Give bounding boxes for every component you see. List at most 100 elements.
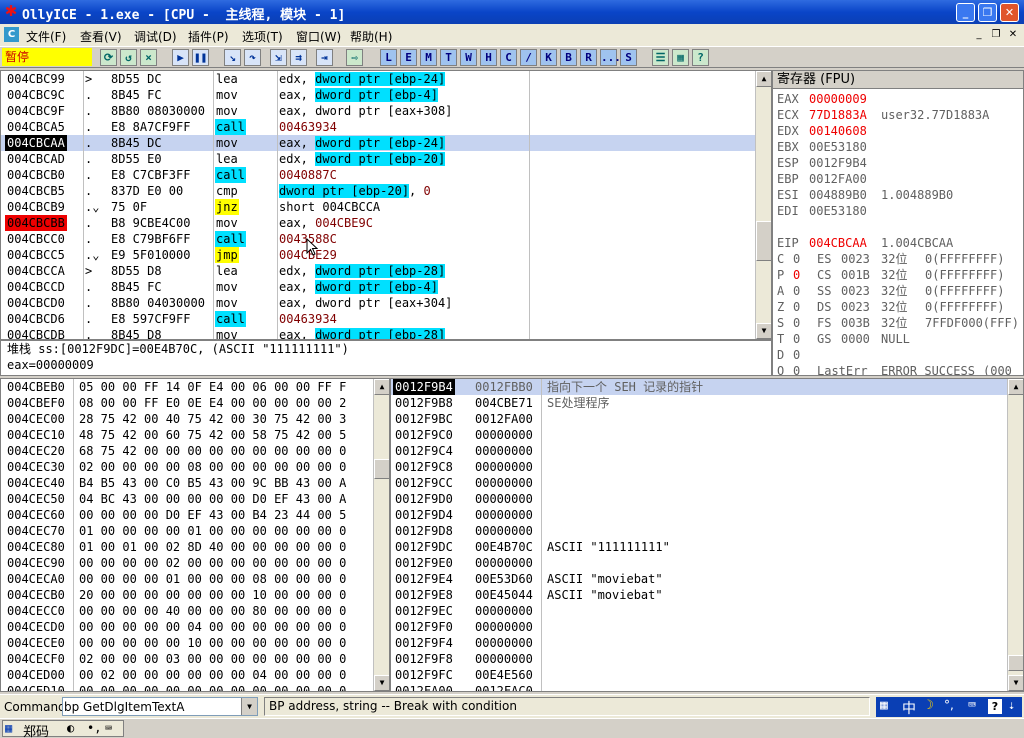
toolbar-button-dots[interactable]: ...	[600, 49, 621, 66]
disassembly-scrollbar[interactable]: ▲ ▼	[755, 71, 771, 339]
register-row[interactable]: EAX 00000009	[777, 91, 1021, 107]
flag-row[interactable]: D0	[777, 347, 1023, 363]
registers-header[interactable]: 寄存器 (FPU)	[773, 71, 1023, 89]
dump-row[interactable]: 004CEC00 28 75 42 00 40 75 42 00 30 75 42…	[1, 411, 373, 427]
goto-icon[interactable]: ⇨	[346, 49, 363, 66]
toolbar-button-s[interactable]: S	[620, 49, 637, 66]
restart-icon[interactable]: ↺	[120, 49, 137, 66]
flag-row[interactable]: T 0 GS 0000 NULL	[777, 331, 1023, 347]
flag-row[interactable]: A 0 SS 0023 32位 0(FFFFFFFF)	[777, 283, 1023, 299]
ime-lang-label[interactable]: 中	[902, 698, 916, 718]
menu-view[interactable]: 查看(V)	[80, 28, 122, 45]
stack-row[interactable]: 0012F9C4 00000000	[391, 443, 1007, 459]
toolbar-button-r[interactable]: R	[580, 49, 597, 66]
close-program-icon[interactable]: ×	[140, 49, 157, 66]
menu-options[interactable]: 选项(T)	[242, 28, 283, 45]
scroll-thumb[interactable]	[756, 221, 771, 261]
help-icon[interactable]: ?	[692, 49, 709, 66]
disasm-row[interactable]: 004CBCD0. 8B80 04030000 mov eax, dword ptr …	[1, 295, 757, 311]
disasm-row[interactable]: 004CBCC5 .⌄ E9 5F010000 jmp 004CBE29	[1, 247, 757, 263]
dump-scroll-up-icon[interactable]: ▲	[374, 379, 389, 395]
dump-row[interactable]: 004CEC50 04 BC 43 00 00 00 00 00 D0 EF 43…	[1, 491, 373, 507]
stack-row[interactable]: 0012F9D8 00000000	[391, 523, 1007, 539]
dump-row[interactable]: 004CECB0 20 00 00 00 00 00 00 00 10 00 00…	[1, 587, 373, 603]
disasm-row[interactable]: 004CBCDB. 8B45 D8 mov eax, dword ptr [ebp-2…	[1, 327, 757, 339]
toolbar-button-h[interactable]: H	[480, 49, 497, 66]
register-row[interactable]: ESP 0012F9B4	[777, 155, 1021, 171]
flag-row[interactable]: Z 0 DS 0023 32位 0(FFFFFFFF)	[777, 299, 1023, 315]
stack-row[interactable]: 0012F9BC 0012FA00	[391, 411, 1007, 427]
keyboard-icon[interactable]: ⌨	[968, 698, 976, 713]
dot-punct-icon[interactable]: •,	[87, 721, 101, 735]
toolbar-button-m[interactable]: M	[420, 49, 437, 66]
flag-row[interactable]: S 0 FS 003B 32位 7FFDF000(FFF)	[777, 315, 1023, 331]
soft-keyboard-icon[interactable]: ⌨	[105, 721, 112, 735]
ime-app-icon[interactable]: ▦	[5, 721, 12, 735]
menu-file[interactable]: 文件(F)	[26, 28, 66, 45]
toolbar-button-slash[interactable]: /	[520, 49, 537, 66]
stack-scroll-up-icon[interactable]: ▲	[1008, 379, 1023, 395]
command-combobox[interactable]: ▼	[62, 697, 258, 716]
register-row[interactable]: EBP 0012FA00	[777, 171, 1021, 187]
stack-row[interactable]: 0012F9DC 00E4B70C ASCII "111111111"	[391, 539, 1007, 555]
dump-scroll-thumb[interactable]	[374, 459, 389, 479]
scroll-up-icon[interactable]: ▲	[756, 71, 771, 87]
stack-row[interactable]: 0012F9D0 00000000	[391, 491, 1007, 507]
flag-row[interactable]: C 0 ES 0023 32位 0(FFFFFFFF)	[777, 251, 1023, 267]
minimize-button[interactable]: _	[956, 3, 975, 22]
stack-scroll-down-icon[interactable]: ▼	[1008, 675, 1023, 691]
toolbar-button-e[interactable]: E	[400, 49, 417, 66]
close-button[interactable]: ✕	[1000, 3, 1019, 22]
dump-scrollbar[interactable]: ▲ ▼	[373, 379, 389, 691]
open-icon[interactable]: ⟳	[100, 49, 117, 66]
dump-row[interactable]: 004CBEB0 05 00 00 FF 14 0F E4 00 06 00 00…	[1, 379, 373, 395]
ime-help-icon[interactable]: ?	[988, 699, 1002, 714]
execute-till-return-icon[interactable]: ⇥	[316, 49, 333, 66]
mdi-restore-icon[interactable]: ❐	[989, 28, 1003, 42]
stack-row[interactable]: 0012F9F4 00000000	[391, 635, 1007, 651]
stack-row[interactable]: 0012F9D4 00000000	[391, 507, 1007, 523]
menu-help[interactable]: 帮助(H)	[350, 28, 392, 45]
step-over-icon[interactable]: ↷	[244, 49, 261, 66]
disasm-row[interactable]: 004CBCD6. E8 597CF9FF call 00463934	[1, 311, 757, 327]
stack-row[interactable]: 0012F9FC 00E4E560	[391, 667, 1007, 683]
dump-row[interactable]: 004CECE0 00 00 00 00 00 10 00 00 00 00 00…	[1, 635, 373, 651]
register-row[interactable]: ESI 004889B0 1.004889B0	[777, 187, 1021, 203]
stack-row[interactable]: 0012F9C8 00000000	[391, 459, 1007, 475]
maximize-button[interactable]: ❐	[978, 3, 997, 22]
toolbar-button-t[interactable]: T	[440, 49, 457, 66]
register-row[interactable]: EBX 00E53180	[777, 139, 1021, 155]
dump-row[interactable]: 004CBEF0 08 00 00 FF E0 0E E4 00 00 00 00…	[1, 395, 373, 411]
disasm-row[interactable]: 004CBCAD. 8D55 E0 lea edx, dword ptr [ebp-2…	[1, 151, 757, 167]
trace-over-icon[interactable]: ⇉	[290, 49, 307, 66]
toolbar-button-l[interactable]: L	[380, 49, 397, 66]
register-row[interactable]: EDX 00140608	[777, 123, 1021, 139]
registers-pane[interactable]: 寄存器 (FPU) EAX 00000009 ECX 77D1883A user32.7…	[772, 70, 1024, 376]
dump-row[interactable]: 004CED00 00 02 00 00 00 00 00 00 04 00 00…	[1, 667, 373, 683]
dump-row[interactable]: 004CEC60 00 00 00 00 D0 EF 43 00 B4 23 44…	[1, 507, 373, 523]
stack-row[interactable]: 0012F9E0 00000000	[391, 555, 1007, 571]
stack-row[interactable]: 0012FA00 0012FAC0	[391, 683, 1007, 691]
step-into-icon[interactable]: ↘	[224, 49, 241, 66]
menu-window[interactable]: 窗口(W)	[296, 28, 341, 45]
stack-row[interactable]: 0012F9E4 00E53D60 ASCII "moviebat"	[391, 571, 1007, 587]
scroll-down-icon[interactable]: ▼	[756, 323, 771, 339]
stack-row[interactable]: 0012F9F0 00000000	[391, 619, 1007, 635]
trace-into-icon[interactable]: ⇲	[270, 49, 287, 66]
stack-scrollbar[interactable]: ▲ ▼	[1007, 379, 1023, 691]
command-input[interactable]	[64, 699, 240, 714]
mdi-minimize-icon[interactable]: _	[972, 28, 986, 42]
menu-debug[interactable]: 调试(D)	[134, 28, 177, 45]
dump-row[interactable]: 004CED10 00 00 00 00 00 00 00 00 00 00 00…	[1, 683, 373, 691]
dump-row[interactable]: 004CEC10 48 75 42 00 60 75 42 00 58 75 42…	[1, 427, 373, 443]
flag-row[interactable]: P 0 CS 001B 32位 0(FFFFFFFF)	[777, 267, 1023, 283]
dump-pane[interactable]: 004CBEB0 05 00 00 FF 14 0F E4 00 06 00 00…	[0, 378, 390, 692]
stack-pane[interactable]: 0012F9B4 0012FBB0 指向下一个 SEH 记录的指针 0012F9B8 0…	[390, 378, 1024, 692]
dump-row[interactable]: 004CEC40 B4 B5 43 00 C0 B5 43 00 9C BB 43…	[1, 475, 373, 491]
dump-row[interactable]: 004CECF0 02 00 00 00 03 00 00 00 00 00 00…	[1, 651, 373, 667]
disasm-row[interactable]: 004CBCBB. B8 9CBE4C00 mov eax, 004CBE9C	[1, 215, 757, 231]
flag-row[interactable]: O 0 LastErr ERROR_SUCCESS (000	[777, 363, 1023, 375]
dump-row[interactable]: 004CECA0 00 00 00 00 01 00 00 00 08 00 00…	[1, 571, 373, 587]
dump-row[interactable]: 004CECC0 00 00 00 00 40 00 00 00 80 00 00…	[1, 603, 373, 619]
dump-row[interactable]: 004CEC20 68 75 42 00 00 00 00 00 00 00 00…	[1, 443, 373, 459]
